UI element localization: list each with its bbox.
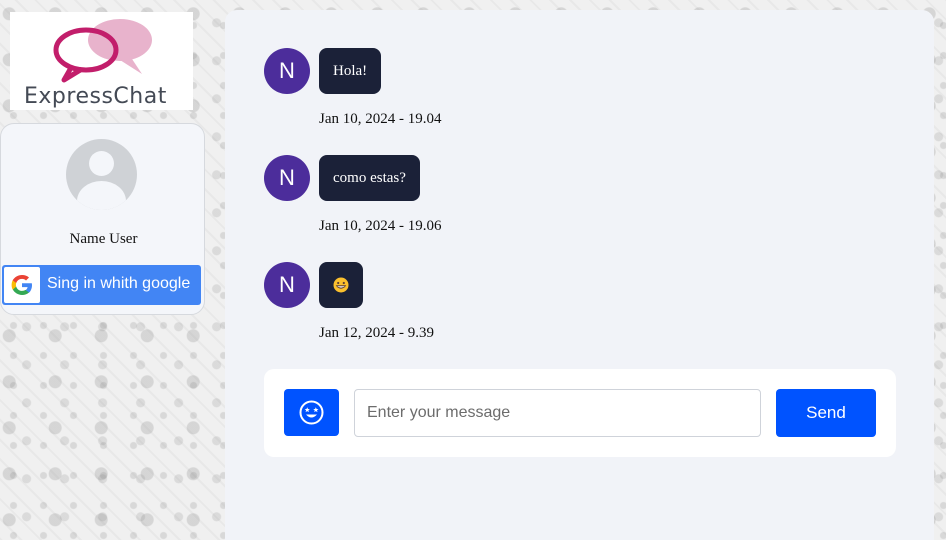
google-signin-label: Sing in whith google <box>47 275 191 292</box>
emoji-picker-button[interactable] <box>284 389 339 436</box>
message-bubble <box>319 262 363 308</box>
user-placeholder-icon <box>66 139 137 210</box>
message-timestamp: Jan 12, 2024 - 9.39 <box>319 325 434 341</box>
brand-name: ExpressChat <box>24 84 167 109</box>
message-composer: Send <box>264 369 896 457</box>
logo: ExpressChat <box>10 12 193 110</box>
message-avatar: N <box>264 48 310 94</box>
chat-panel: N Hola! Jan 10, 2024 - 19.04 N como esta… <box>225 10 934 540</box>
google-g-icon <box>4 267 40 303</box>
google-signin-button[interactable]: Sing in whith google <box>2 265 201 305</box>
chat-bubbles-icon <box>53 19 152 83</box>
message-avatar: N <box>264 262 310 308</box>
send-button[interactable]: Send <box>776 389 876 437</box>
message-bubble: Hola! <box>319 48 382 94</box>
message-input[interactable] <box>354 389 761 437</box>
message-timestamp: Jan 10, 2024 - 19.06 <box>319 218 442 234</box>
user-card: Name User Sing in whith google <box>0 123 205 315</box>
message-bubble: como estas? <box>319 155 420 201</box>
smiley-face-icon <box>299 400 324 425</box>
message-timestamp: Jan 10, 2024 - 19.04 <box>319 111 442 127</box>
grinning-face-icon <box>333 277 349 293</box>
message-avatar: N <box>264 155 310 201</box>
left-sidebar: ExpressChat Name User Sing in whith goog… <box>0 0 225 540</box>
user-name: Name User <box>69 231 138 247</box>
